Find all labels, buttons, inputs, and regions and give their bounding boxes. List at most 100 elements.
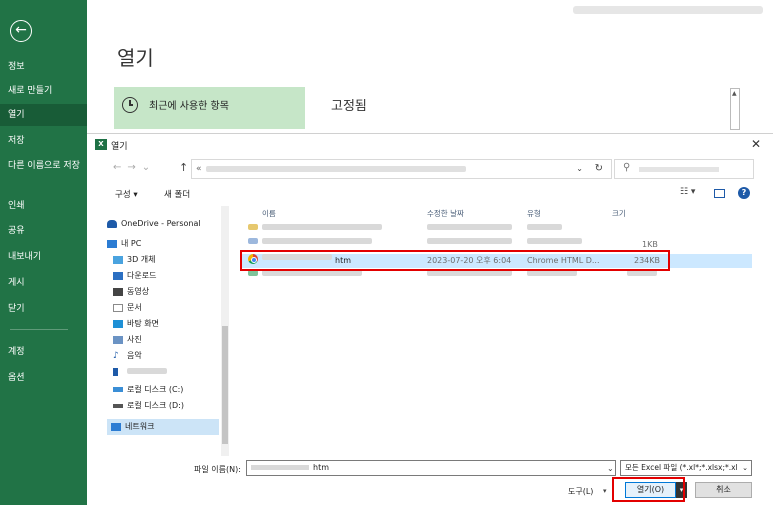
navigation-scrollbar[interactable]: [221, 206, 229, 456]
chevron-down-icon: ⌄: [742, 464, 748, 472]
help-icon[interactable]: ?: [738, 187, 750, 199]
file-row[interactable]: [242, 270, 752, 284]
onedrive-icon: [107, 219, 117, 228]
dialog-toolbar: 구성 ▾ 새 폴더 ☷ ▾ ?: [87, 184, 773, 204]
sidebar-item-close[interactable]: 닫기: [0, 298, 87, 320]
file-type: [527, 238, 582, 244]
chevron-down-icon[interactable]: ⌄: [607, 464, 614, 473]
back-forward-icon[interactable]: ←→⌄: [113, 162, 156, 173]
drive-d-icon: [113, 403, 123, 408]
nav-item-music[interactable]: ♪ 음악: [113, 348, 142, 364]
nav-item-label: [127, 368, 167, 374]
clock-icon: [122, 97, 138, 113]
filename-value: htm: [313, 463, 329, 472]
back-arrow-icon[interactable]: ←: [10, 20, 32, 42]
3d-objects-icon: [113, 255, 123, 264]
dialog-titlebar: X 열기 ✕: [87, 134, 773, 156]
preview-pane-icon[interactable]: [714, 189, 725, 198]
chevron-down-icon[interactable]: ▾: [603, 487, 607, 495]
nav-item-downloads[interactable]: 다운로드: [113, 268, 156, 284]
filename-input[interactable]: htm: [246, 460, 616, 476]
tools-button[interactable]: 도구(L): [568, 486, 593, 497]
search-placeholder: [639, 167, 719, 172]
desktop-icon: [113, 319, 123, 328]
column-header-type[interactable]: 유형: [527, 208, 541, 219]
nav-item-3d-objects[interactable]: 3D 개체: [113, 252, 156, 268]
recent-items-label: 최근에 사용한 항목: [149, 101, 229, 112]
nav-item-onedrive[interactable]: OneDrive - Personal: [107, 216, 201, 232]
nav-item-drive-c[interactable]: 로컬 디스크 (C:): [113, 382, 183, 398]
column-header-name[interactable]: 이름: [262, 208, 276, 219]
nav-item-drive-d[interactable]: 로컬 디스크 (D:): [113, 398, 184, 414]
nav-item-label: 음악: [127, 351, 142, 360]
file-highlight-box: [240, 250, 670, 271]
sidebar-item-open[interactable]: 열기: [0, 104, 87, 126]
address-bar[interactable]: « ⌄ ↻: [191, 159, 612, 179]
chevron-down-icon[interactable]: ⌄: [576, 160, 583, 178]
nav-item-label: 내 PC: [121, 239, 142, 248]
file-type: [527, 224, 562, 230]
sidebar-item-save[interactable]: 저장: [0, 130, 87, 152]
open-button-highlight-box: [612, 477, 685, 502]
nav-item-this-pc[interactable]: 내 PC: [107, 236, 141, 252]
sidebar-item-share[interactable]: 공유: [0, 220, 87, 242]
address-path: [206, 166, 466, 172]
file-icon: [248, 238, 258, 244]
sidebar-item-new[interactable]: 새로 만들기: [0, 80, 87, 102]
sidebar-item-info[interactable]: 정보: [0, 56, 87, 78]
sidebar-item-export[interactable]: 내보내기: [0, 246, 87, 268]
close-icon[interactable]: ✕: [751, 137, 761, 151]
pictures-icon: [113, 335, 123, 344]
organize-button[interactable]: 구성 ▾: [115, 188, 138, 200]
nav-item-label: 3D 개체: [127, 255, 156, 264]
nav-item-documents[interactable]: 문서: [113, 300, 142, 316]
dialog-title: 열기: [111, 142, 128, 152]
cancel-button[interactable]: 취소: [695, 482, 752, 498]
drive-c-icon: [113, 387, 123, 392]
filename-blur: [251, 465, 309, 470]
nav-item-network[interactable]: 네트워크: [107, 419, 219, 435]
file-name: [262, 224, 382, 230]
nav-item-label: 사진: [127, 335, 142, 344]
nav-item-desktop[interactable]: 바탕 화면: [113, 316, 159, 332]
sidebar-item-options[interactable]: 옵션: [0, 367, 87, 389]
nav-item-label: 바탕 화면: [127, 319, 159, 328]
column-header-date[interactable]: 수정한 날짜: [427, 208, 464, 219]
recent-items-tile[interactable]: 최근에 사용한 항목: [114, 87, 305, 129]
sidebar-item-account[interactable]: 계정: [0, 341, 87, 363]
view-options-icon[interactable]: ☷ ▾: [680, 187, 695, 197]
file-list: 이름 수정한 날짜 유형 크기 1KB htm 2023-07-20 오후 6:…: [242, 206, 772, 454]
sidebar-item-save-as[interactable]: 다른 이름으로 저장: [0, 160, 80, 182]
scrollbar-thumb[interactable]: [222, 326, 228, 444]
new-folder-button[interactable]: 새 폴더: [164, 188, 190, 200]
search-input[interactable]: ⚲: [614, 159, 754, 179]
file-row[interactable]: [242, 224, 752, 238]
file-date: [427, 238, 512, 244]
nav-item-phone[interactable]: [113, 364, 167, 380]
navigation-bar: ←→⌄ ↑ « ⌄ ↻ ⚲: [87, 156, 773, 182]
pc-icon: [107, 239, 117, 248]
nav-item-label: 로컬 디스크 (C:): [127, 385, 184, 394]
file-type-filter[interactable]: 모든 Excel 파일 (*.xl*;*.xlsx;*.xl ⌄: [620, 460, 752, 476]
refresh-icon[interactable]: ↻: [595, 160, 603, 178]
nav-item-videos[interactable]: 동영상: [113, 284, 149, 300]
sidebar-divider: [10, 329, 68, 330]
up-arrow-icon[interactable]: ↑: [179, 161, 188, 174]
column-header-size[interactable]: 크기: [612, 208, 626, 219]
file-name: [262, 238, 372, 244]
excel-icon: X: [95, 139, 107, 150]
nav-item-label: 다운로드: [127, 271, 157, 280]
open-file-dialog: X 열기 ✕ ←→⌄ ↑ « ⌄ ↻ ⚲ 구성 ▾ 새 폴더 ☷ ▾ ? One…: [87, 133, 773, 505]
download-icon: [113, 271, 123, 280]
account-info: [573, 6, 763, 14]
page-title: 열기: [117, 46, 154, 70]
nav-item-label: 문서: [127, 303, 142, 312]
nav-item-pictures[interactable]: 사진: [113, 332, 142, 348]
backstage-scrollbar[interactable]: [730, 88, 740, 130]
pinned-title: 고정됨: [331, 99, 367, 114]
nav-item-label: OneDrive - Personal: [121, 219, 201, 228]
music-icon: ♪: [113, 350, 119, 361]
sidebar-item-print[interactable]: 인쇄: [0, 195, 87, 217]
sidebar-item-publish[interactable]: 게시: [0, 272, 87, 294]
nav-item-label: 로컬 디스크 (D:): [127, 401, 184, 410]
